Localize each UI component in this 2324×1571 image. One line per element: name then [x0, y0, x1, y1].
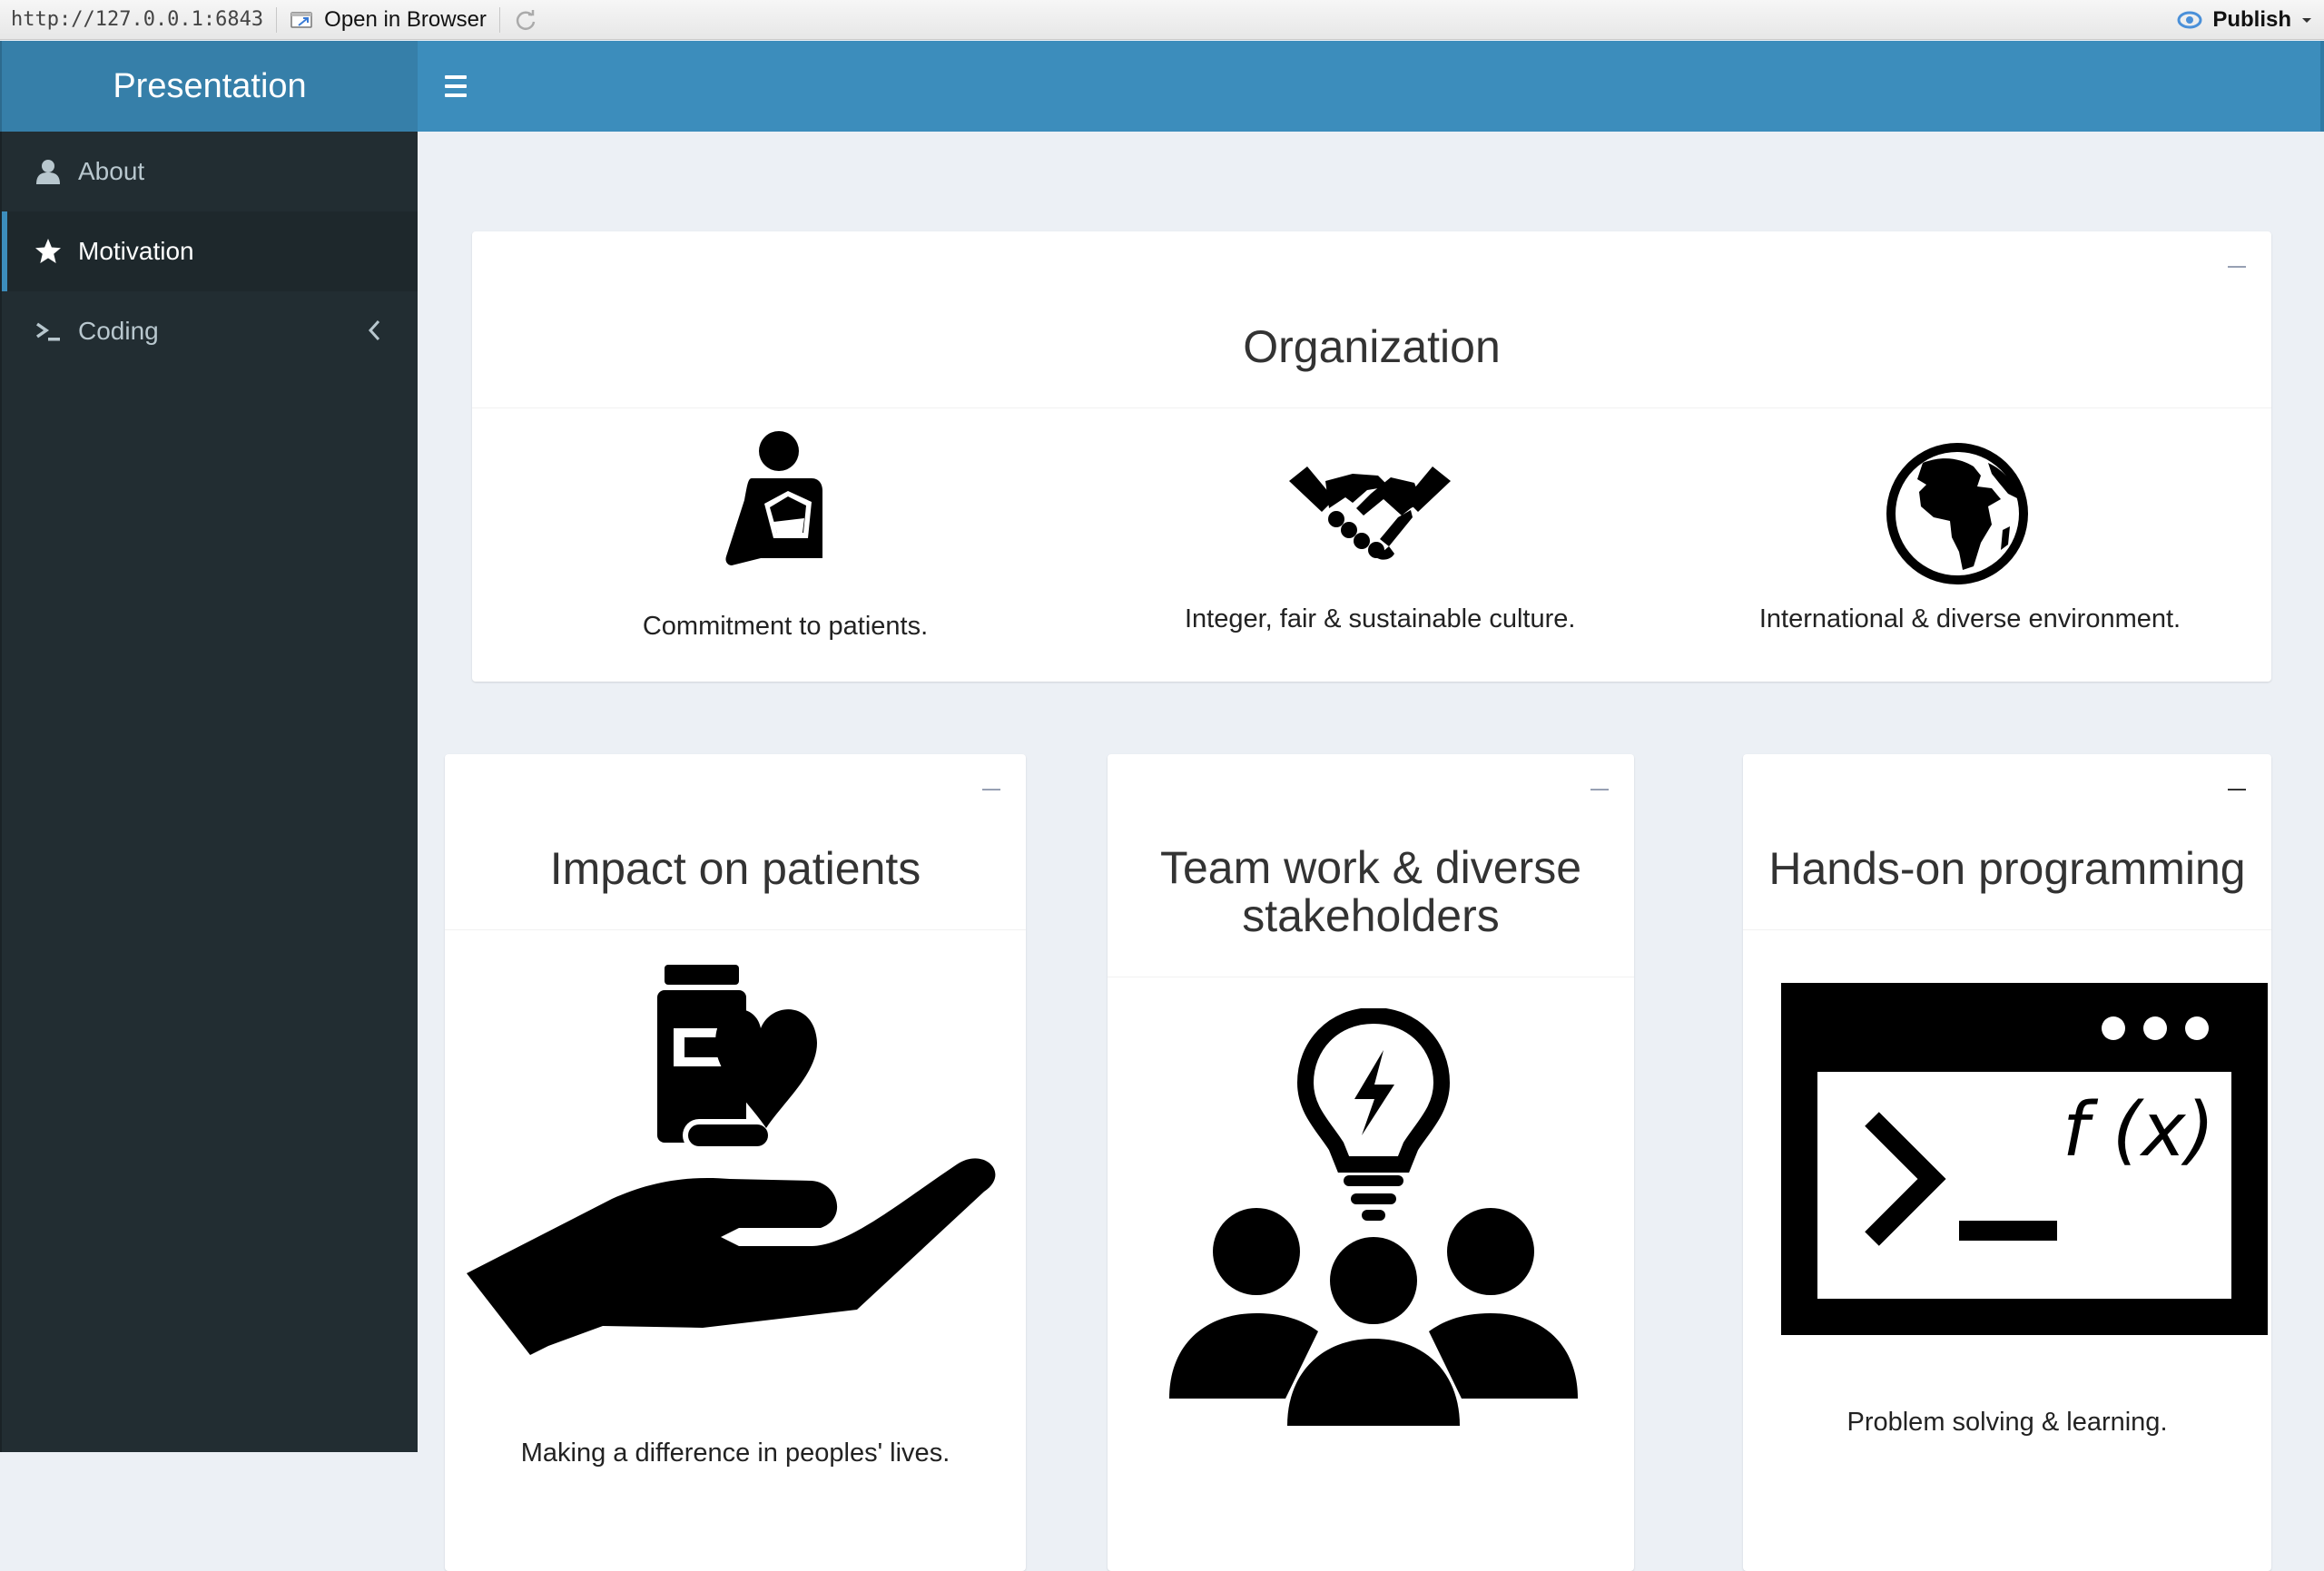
collapse-button[interactable] [1590, 789, 1609, 790]
box-header: Impact on patients [445, 754, 1026, 930]
team-idea-icon [1169, 1008, 1578, 1426]
collapse-button[interactable] [2228, 789, 2246, 790]
viewer-url: http://127.0.0.1:6843 [11, 8, 264, 31]
impact-title: Impact on patients [549, 843, 921, 894]
chevron-left-icon[interactable] [367, 319, 383, 342]
collapse-button[interactable] [982, 789, 1000, 790]
publish-label: Publish [2212, 7, 2291, 32]
toolbar-separator [276, 6, 278, 33]
publish-icon [2177, 11, 2202, 29]
team-work-card: Team work & diverse stakeholders [1108, 754, 1634, 1571]
viewer-toolbar: http://127.0.0.1:6843 Open in Browser Pu… [0, 0, 2324, 40]
programming-caption: Problem solving & learning. [1846, 1408, 2168, 1437]
sidebar-item-label: Motivation [78, 237, 194, 265]
sidebar-item-about[interactable]: About [2, 132, 418, 211]
svg-text:f (x): f (x) [2063, 1087, 2214, 1173]
user-icon [33, 156, 64, 187]
box-header: Hands-on programming [1743, 754, 2271, 930]
box-header: Organization [472, 231, 2271, 408]
refresh-button[interactable] [513, 7, 538, 33]
sidebar-toggle-icon[interactable] [445, 68, 481, 104]
organization-title: Organization [1243, 321, 1501, 372]
organization-caption-patients: Commitment to patients. [642, 612, 929, 641]
programming-card: Hands-on programming f (x) Problem solvi… [1743, 754, 2271, 1571]
impact-caption: Making a difference in peoples' lives. [520, 1438, 950, 1468]
dashboard: Presentation About Motivation Coding Org… [0, 41, 2324, 1571]
hand-medicine-heart-icon [467, 965, 996, 1355]
box-header: Team work & diverse stakeholders [1108, 754, 1634, 977]
team-work-title-line2: stakeholders [1242, 890, 1500, 941]
terminal-icon [33, 316, 64, 347]
sidebar-item-motivation[interactable]: Motivation [2, 211, 418, 291]
collapse-button[interactable] [2228, 266, 2246, 268]
main-content: Organization Commitment to patients. Int… [418, 132, 2324, 1571]
handshake-icon [1289, 466, 1451, 560]
sidebar-item-coding[interactable]: Coding [2, 291, 418, 371]
team-work-title-line1: Team work & diverse [1159, 842, 1582, 893]
impact-card: Impact on patients Making a difference i… [445, 754, 1026, 1571]
organization-caption-environment: International & diverse environment. [1758, 604, 2181, 633]
open-in-browser-label: Open in Browser [324, 6, 487, 32]
sidebar-item-label: About [78, 157, 145, 185]
chevron-down-icon[interactable] [2300, 15, 2313, 25]
organization-body: Commitment to patients. Integer, fair & … [472, 408, 2271, 681]
injured-person-icon [725, 431, 822, 565]
organization-box: Organization Commitment to patients. Int… [472, 231, 2271, 682]
open-browser-icon [290, 11, 312, 28]
app-title: Presentation [113, 66, 307, 105]
team-work-title: Team work & diverse stakeholders [1160, 844, 1581, 940]
star-icon [33, 236, 64, 267]
terminal-function-icon: f (x) [1781, 983, 2268, 1335]
toolbar-separator [498, 6, 500, 33]
programming-title: Hands-on programming [1768, 843, 2246, 894]
organization-caption-culture: Integer, fair & sustainable culture. [1185, 604, 1576, 633]
sidebar: About Motivation Coding [0, 132, 418, 1452]
publish-button[interactable]: Publish [2176, 0, 2313, 40]
sidebar-item-label: Coding [78, 317, 159, 345]
globe-africa-icon [1886, 443, 2028, 584]
refresh-icon [516, 9, 536, 30]
top-navbar [418, 41, 2324, 132]
open-in-browser-button[interactable]: Open in Browser [290, 7, 487, 33]
app-logo[interactable]: Presentation [0, 41, 418, 132]
